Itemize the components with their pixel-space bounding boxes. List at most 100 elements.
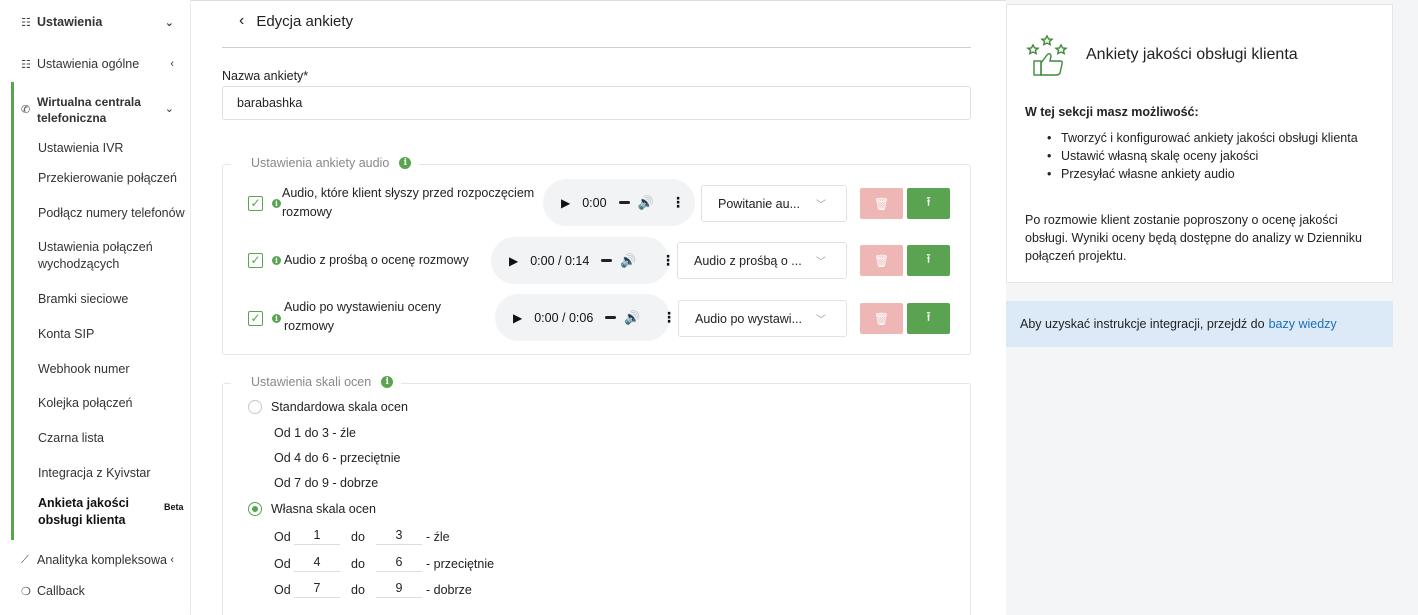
- play-icon[interactable]: ▶: [513, 311, 522, 325]
- info-icon[interactable]: i: [399, 157, 412, 169]
- to-input[interactable]: 9: [376, 581, 422, 598]
- audio-select[interactable]: Audio po wystawi... ﹀: [678, 300, 847, 337]
- sidebar-callback[interactable]: ❍ Callback: [21, 584, 190, 598]
- scale-settings-fieldset: Ustawienia skali ocen i Standardowa skal…: [222, 375, 971, 615]
- upload-button[interactable]: ⭱: [907, 188, 950, 219]
- audio-player[interactable]: ▶ 0:00 / 0:06 🔊 ⋮: [495, 294, 676, 341]
- info-icon[interactable]: i: [272, 256, 281, 265]
- sidebar-item-queue[interactable]: Kolejka połączeń: [38, 395, 133, 412]
- do-label: do: [351, 582, 365, 597]
- chevron-down-icon: ⌄: [164, 16, 174, 29]
- upload-button[interactable]: ⭱: [907, 303, 950, 334]
- sidebar-callback-label: Callback: [37, 584, 85, 598]
- audio-settings-title: Ustawienia ankiety audio: [251, 156, 390, 170]
- audio-select[interactable]: Powitanie au... ﹀: [701, 185, 847, 222]
- from-input[interactable]: 1: [294, 528, 340, 545]
- audio-row: ✓ i Audio, które klient słyszy przed roz…: [223, 178, 972, 228]
- survey-name-input[interactable]: barabashka: [222, 86, 971, 120]
- rating-thumb-icon: [1026, 34, 1068, 76]
- custom-scale-row: Od 1 do 3 - źle: [274, 528, 450, 545]
- sliders-icon: ☷: [21, 58, 31, 71]
- sidebar-settings[interactable]: ☷ Ustawienia ⌄: [21, 15, 190, 29]
- sidebar-item-gateways[interactable]: Bramki sieciowe: [38, 291, 128, 308]
- delete-button[interactable]: 🗑: [860, 245, 903, 276]
- sidebar-item-survey[interactable]: Ankieta jakości obsługi klienta: [38, 495, 138, 529]
- delete-button[interactable]: 🗑: [860, 188, 903, 219]
- chevron-down-icon: ﹀: [816, 200, 826, 211]
- list-item: Tworzyć i konfigurować ankiety jakości o…: [1047, 129, 1361, 147]
- audio-checkbox[interactable]: ✓: [248, 253, 263, 268]
- info-icon[interactable]: i: [272, 199, 281, 208]
- trash-icon: 🗑: [873, 253, 890, 268]
- audio-time: 0:00: [582, 195, 607, 210]
- audio-select-value: Audio z prośbą o ...: [694, 253, 802, 268]
- upload-icon: ⭱: [926, 193, 931, 209]
- chart-icon: ⟋: [21, 553, 29, 566]
- more-icon[interactable]: ⋮: [662, 309, 676, 326]
- sidebar-analytics-label: Analityka kompleksowa: [37, 553, 167, 567]
- info-icon[interactable]: i: [272, 314, 281, 323]
- progress-bar[interactable]: [601, 259, 613, 262]
- audio-select-value: Audio po wystawi...: [695, 311, 802, 326]
- from-input[interactable]: 4: [294, 555, 340, 572]
- upload-icon: ⭱: [926, 250, 931, 266]
- sidebar-item-ivr[interactable]: Ustawienia IVR: [38, 140, 123, 157]
- sidebar-active-indicator: [11, 82, 14, 540]
- upload-icon: ⭱: [926, 308, 931, 324]
- kb-link[interactable]: bazy wiedzy: [1269, 317, 1337, 331]
- main-content: ‹ Edycja ankiety Nazwa ankiety* barabash…: [191, 0, 1006, 615]
- custom-scale-row: Od 7 do 9 - dobrze: [274, 581, 472, 598]
- audio-select[interactable]: Audio z prośbą o ... ﹀: [677, 242, 847, 279]
- audio-checkbox[interactable]: ✓: [248, 311, 263, 326]
- sidebar-item-connect-numbers[interactable]: Podłącz numery telefonów: [38, 205, 185, 222]
- sidebar: ☷ Ustawienia ⌄ ☷ Ustawienia ogólne ‹ ✆ W…: [0, 0, 190, 615]
- sidebar-item-sip[interactable]: Konta SIP: [38, 326, 94, 343]
- info-icon[interactable]: i: [381, 376, 394, 388]
- scale-desc: - źle: [426, 529, 450, 544]
- audio-select-value: Powitanie au...: [718, 196, 800, 211]
- audio-player[interactable]: ▶ 0:00 / 0:14 🔊 ⋮: [491, 237, 675, 284]
- to-input[interactable]: 6: [376, 555, 422, 572]
- audio-player[interactable]: ▶ 0:00 🔊 ⋮: [543, 179, 695, 226]
- audio-checkbox[interactable]: ✓: [248, 196, 263, 211]
- audio-label: Audio, które klient słyszy przed rozpocz…: [282, 186, 535, 219]
- od-label: Od: [274, 529, 291, 544]
- delete-button[interactable]: 🗑: [860, 303, 903, 334]
- volume-icon[interactable]: 🔊: [624, 310, 640, 326]
- sidebar-item-outgoing[interactable]: Ustawienia połączeń wychodzących: [38, 239, 158, 273]
- sidebar-item-blacklist[interactable]: Czarna lista: [38, 430, 104, 447]
- od-label: Od: [274, 582, 291, 597]
- sidebar-analytics[interactable]: ⟋ Analityka kompleksowa ‹: [21, 553, 190, 567]
- more-icon[interactable]: ⋮: [671, 194, 685, 211]
- play-icon[interactable]: ▶: [561, 196, 570, 210]
- page-header: ‹ Edycja ankiety: [239, 12, 353, 30]
- chevron-down-icon: ﹀: [816, 257, 826, 268]
- sidebar-item-forwarding[interactable]: Przekierowanie połączeń: [38, 170, 177, 187]
- knowledge-base-banner: Aby uzyskać instrukcje integracji, przej…: [1006, 301, 1393, 347]
- survey-name-label: Nazwa ankiety*: [222, 69, 309, 83]
- upload-button[interactable]: ⭱: [907, 245, 950, 276]
- progress-bar[interactable]: [618, 201, 630, 204]
- sidebar-item-webhook[interactable]: Webhook numer: [38, 361, 130, 378]
- divider: [222, 47, 971, 48]
- sidebar-virtual-pbx[interactable]: ✆ Wirtualna centrala telefoniczna ⌄: [21, 94, 190, 126]
- from-input[interactable]: 7: [294, 581, 340, 598]
- audio-time: 0:00 / 0:14: [530, 253, 590, 268]
- to-input[interactable]: 3: [376, 528, 422, 545]
- play-icon[interactable]: ▶: [509, 254, 518, 268]
- trash-icon: 🗑: [873, 196, 890, 211]
- custom-scale-row: Od 4 do 6 - przeciętnie: [274, 555, 494, 572]
- info-title: Ankiety jakości obsługi klienta: [1086, 46, 1298, 63]
- info-card: Ankiety jakości obsługi klienta W tej se…: [1006, 4, 1393, 283]
- volume-icon[interactable]: 🔊: [620, 253, 636, 269]
- divider: [191, 0, 1006, 1]
- sidebar-item-kyivstar[interactable]: Integracja z Kyivstar: [38, 465, 151, 482]
- back-arrow-icon[interactable]: ‹: [239, 12, 244, 30]
- custom-scale-radio[interactable]: [248, 502, 262, 516]
- standard-scale-radio[interactable]: [248, 400, 262, 414]
- more-icon[interactable]: ⋮: [661, 252, 675, 269]
- progress-bar[interactable]: [605, 316, 617, 319]
- trash-icon: 🗑: [873, 311, 890, 326]
- volume-icon[interactable]: 🔊: [638, 195, 654, 211]
- sidebar-general[interactable]: ☷ Ustawienia ogólne ‹: [21, 57, 190, 71]
